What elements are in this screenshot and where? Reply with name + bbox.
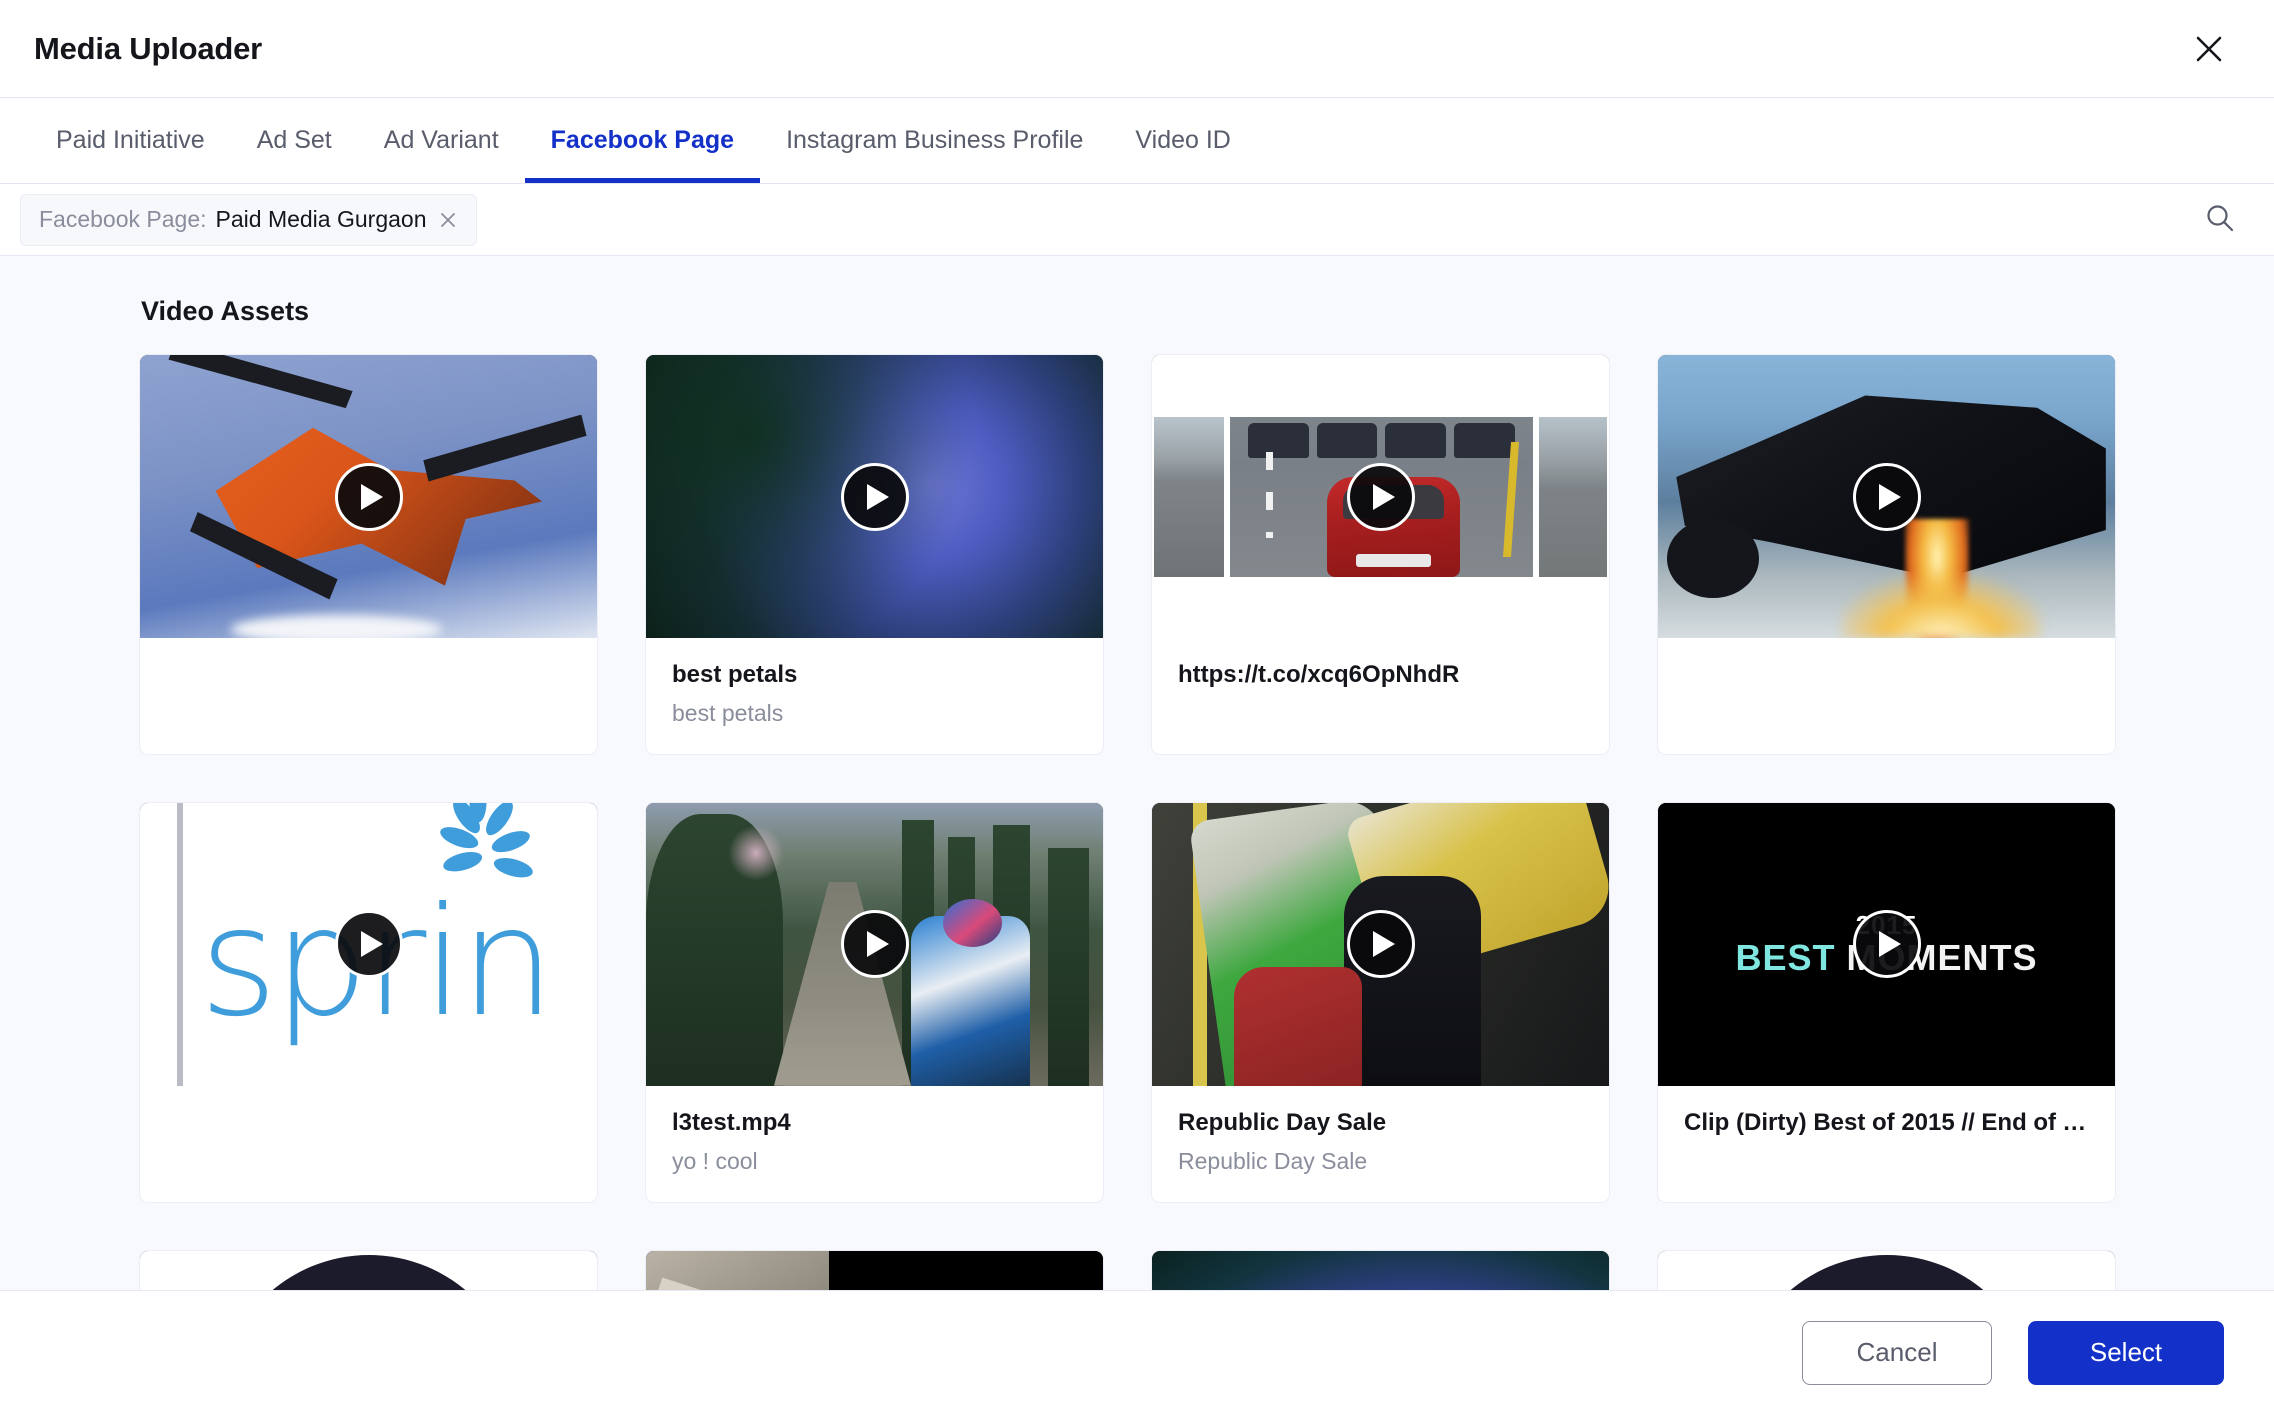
filter-chip-facebook-page[interactable]: Facebook Page: Paid Media Gurgaon [20,193,478,246]
select-button[interactable]: Select [2028,1320,2224,1385]
play-icon[interactable] [1852,462,1921,531]
tab-label: Ad Set [256,126,332,154]
play-icon[interactable] [1852,910,1921,979]
remove-filter-icon[interactable] [435,207,461,233]
asset-meta [140,638,597,736]
search-button[interactable] [2196,196,2244,244]
asset-title: https://t.co/xcq6OpNhdR [1178,661,1460,688]
asset-meta [140,1086,597,1184]
tab-instagram-business-profile[interactable]: Instagram Business Profile [760,98,1109,183]
asset-meta: Clip (Dirty) Best of 2015 // End of Year [1658,1086,2115,1184]
play-icon[interactable] [334,462,403,531]
asset-card[interactable]: 2015 BEST MOMENTS Clip (Dirty) Best of 2… [1657,801,2116,1203]
cancel-button[interactable]: Cancel [1802,1320,1992,1385]
tab-video-id[interactable]: Video ID [1109,98,1256,183]
asset-title: Republic Day Sale [1178,1108,1387,1136]
tab-label: Facebook Page [550,126,735,154]
play-icon[interactable] [1346,462,1415,531]
asset-thumbnail[interactable]: sprin [140,802,597,1086]
play-icon[interactable] [1346,910,1415,979]
asset-thumbnail[interactable] [1658,355,2115,638]
moments-best-text: BEST [1735,937,1847,979]
tab-facebook-page[interactable]: Facebook Page [524,98,761,183]
modal-footer: Cancel Select [0,1290,2274,1414]
asset-card[interactable]: sprin [139,801,598,1203]
asset-scroll-region[interactable]: Video Assets best petals best petals htt… [0,256,2274,1414]
filter-chip-key: Facebook Page: [39,206,207,232]
asset-meta: Republic Day Sale Republic Day Sale [1152,1086,1609,1202]
tab-paid-initiative[interactable]: Paid Initiative [30,98,231,183]
asset-card[interactable]: best petals best petals [645,354,1104,755]
filter-bar: Facebook Page: Paid Media Gurgaon [0,184,2274,256]
tab-label: Video ID [1135,126,1231,154]
asset-meta: https://t.co/xcq6OpNhdR [1152,638,1609,736]
page-title: Media Uploader [34,30,263,66]
asset-meta: l3test.mp4 yo ! cool [646,1086,1103,1202]
asset-subtitle: yo ! cool [672,1147,758,1174]
asset-subtitle: Republic Day Sale [1178,1147,1368,1174]
search-icon [2204,202,2236,237]
tab-label: Instagram Business Profile [786,126,1084,154]
section-title: Video Assets [141,296,310,326]
asset-thumbnail[interactable] [140,355,597,638]
tab-label: Paid Initiative [56,126,205,154]
asset-thumbnail[interactable] [1152,802,1609,1086]
play-icon[interactable] [840,462,909,531]
filter-chip-value: Paid Media Gurgaon [215,206,427,232]
asset-thumbnail[interactable]: 2015 BEST MOMENTS [1658,802,2115,1086]
asset-card[interactable] [139,354,598,755]
asset-meta [1658,638,2115,736]
tab-ad-set[interactable]: Ad Set [231,98,358,183]
close-icon [2194,34,2224,64]
asset-card[interactable]: l3test.mp4 yo ! cool [645,801,1104,1203]
close-button[interactable] [2182,22,2236,76]
tab-bar: Paid Initiative Ad Set Ad Variant Facebo… [0,98,2274,184]
asset-thumbnail[interactable] [1152,355,1609,638]
asset-card[interactable]: Republic Day Sale Republic Day Sale [1151,801,1610,1203]
asset-meta: best petals best petals [646,638,1103,754]
tab-ad-variant[interactable]: Ad Variant [358,98,525,183]
modal-header: Media Uploader [0,0,2274,98]
asset-title: l3test.mp4 [672,1108,791,1136]
tab-label: Ad Variant [383,126,499,154]
asset-thumbnail[interactable] [646,355,1103,638]
asset-subtitle: best petals [672,700,784,726]
media-uploader-modal: Media Uploader Paid Initiative Ad Set Ad… [0,0,2274,1414]
asset-thumbnail[interactable] [646,802,1103,1086]
asset-title: Clip (Dirty) Best of 2015 // End of Year [1684,1108,2089,1136]
play-icon[interactable] [840,910,909,979]
asset-browser: Video Assets best petals best petals htt… [0,256,2274,1414]
asset-card[interactable]: https://t.co/xcq6OpNhdR [1151,354,1610,755]
asset-title: best petals [672,661,798,688]
asset-card[interactable] [1657,354,2116,755]
asset-grid: best petals best petals https://t.co/xcq… [0,354,2274,1414]
play-icon[interactable] [334,910,403,979]
